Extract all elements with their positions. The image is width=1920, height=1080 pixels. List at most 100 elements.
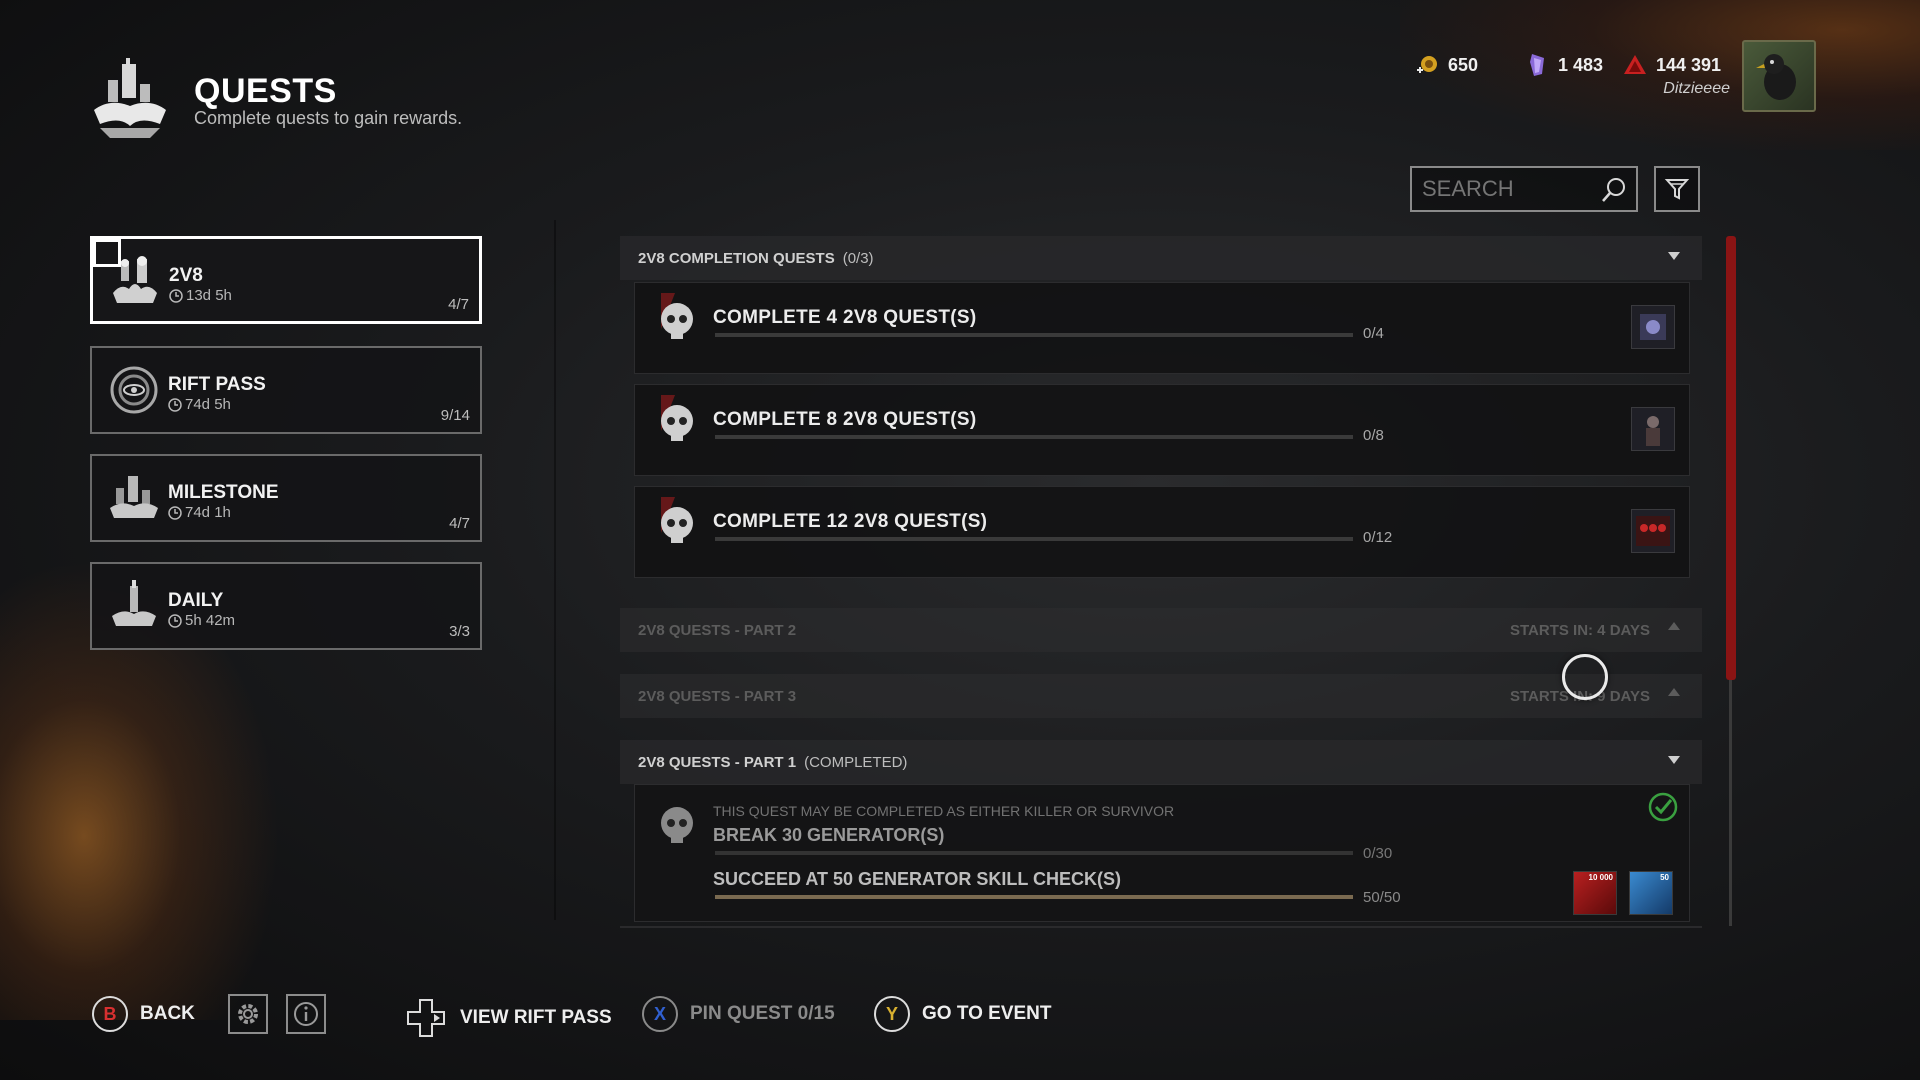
bloodpoints-icon: [1624, 55, 1646, 74]
daily-icon: [112, 580, 156, 626]
chevron-up-icon: [1668, 688, 1680, 696]
quest-progress-count: 50/50: [1363, 889, 1401, 906]
reward-item[interactable]: [1631, 305, 1675, 349]
panel-divider: [554, 220, 556, 920]
search-input[interactable]: [1422, 176, 1592, 202]
shard-icon: [1417, 56, 1437, 73]
chevron-down-icon: [1668, 252, 1680, 260]
auric-cell-icon: [1530, 54, 1544, 76]
b-button-icon: B: [92, 996, 128, 1032]
skull-icon: [661, 497, 693, 543]
category-timer: 74d 5h: [168, 396, 231, 413]
go-to-event-button[interactable]: Y GO TO EVENT: [874, 996, 1052, 1032]
bloodpoints-counter: 144 391: [1622, 52, 1721, 78]
category-2v8[interactable]: 2V8 13d 5h 4/7: [90, 236, 482, 324]
iridescent-shards-counter: 650: [1414, 52, 1478, 78]
info-icon: [294, 1002, 318, 1026]
category-progress: 9/14: [440, 407, 470, 424]
section-start-time: STARTS IN: 4 DAYS: [1509, 621, 1650, 639]
pin-quest-label: PIN QUEST 0/15: [690, 1003, 835, 1024]
auric-cells-counter: 1 483: [1524, 52, 1603, 78]
rift-fragment-reward[interactable]: 50: [1629, 871, 1673, 915]
shards-value: 650: [1448, 54, 1479, 75]
category-name: RIFT PASS: [168, 374, 266, 395]
section-part-1[interactable]: 2V8 QUESTS - PART 1 (COMPLETED): [620, 740, 1702, 784]
category-time-left: 74d 1h: [185, 504, 231, 521]
quest-progress-bar: [715, 333, 1353, 337]
filter-icon: [1664, 179, 1690, 200]
category-name: DAILY: [168, 590, 224, 611]
outfit-reward-icon: [1646, 416, 1660, 446]
view-rift-pass-label: VIEW RIFT PASS: [460, 1007, 612, 1028]
section-part-2[interactable]: 2V8 QUESTS - PART 2 STARTS IN: 4 DAYS: [620, 608, 1702, 652]
category-timer: 13d 5h: [169, 287, 232, 304]
quest-progress-count: 0/30: [1363, 845, 1393, 862]
page-subtitle: Complete quests to gain rewards.: [194, 108, 463, 128]
charm-reward-icon: [1640, 314, 1666, 340]
section-completion-quests[interactable]: 2V8 COMPLETION QUESTS (0/3): [620, 236, 1702, 280]
section-count: (0/3): [842, 249, 874, 267]
quest-task-title: SUCCEED AT 50 GENERATOR SKILL CHECK(S): [713, 869, 1122, 889]
category-name: 2V8: [169, 265, 203, 286]
category-milestone[interactable]: MILESTONE 74d 1h 4/7: [90, 454, 482, 542]
quest-task-title: BREAK 30 GENERATOR(S): [713, 825, 945, 845]
quest-progress-bar: [715, 435, 1353, 439]
category-rift-pass[interactable]: RIFT PASS 74d 5h 9/14: [90, 346, 482, 434]
category-progress: 3/3: [449, 623, 470, 640]
category-timer: 74d 1h: [168, 504, 231, 521]
quest-title: COMPLETE 8 2V8 QUEST(S): [713, 409, 977, 430]
skull-icon: [661, 293, 693, 339]
reward-item[interactable]: [1631, 407, 1675, 451]
section-part-3[interactable]: 2V8 QUESTS - PART 3 STARTS IN: 9 DAYS: [620, 674, 1702, 718]
category-progress: 4/7: [448, 296, 469, 313]
quest-row[interactable]: COMPLETE 12 2V8 QUEST(S) 0/12: [634, 486, 1690, 578]
filter-button[interactable]: [1654, 166, 1700, 212]
clock-icon: [168, 397, 182, 412]
quest-note: THIS QUEST MAY BE COMPLETED AS EITHER KI…: [713, 803, 1175, 819]
section-title: 2V8 QUESTS - PART 1: [638, 753, 797, 771]
info-button[interactable]: [286, 994, 326, 1034]
y-button-icon: Y: [874, 996, 910, 1032]
clock-icon: [169, 288, 183, 303]
crow-icon: [1756, 54, 1796, 100]
completed-quest-row[interactable]: THIS QUEST MAY BE COMPLETED AS EITHER KI…: [634, 784, 1690, 922]
quest-progress-count: 0/8: [1363, 427, 1384, 444]
quest-row[interactable]: COMPLETE 4 2V8 QUEST(S) 0/4: [634, 282, 1690, 374]
quest-progress-count: 0/12: [1363, 529, 1393, 546]
pin-quest-button[interactable]: X PIN QUEST 0/15: [642, 996, 835, 1032]
settings-button[interactable]: [228, 994, 268, 1034]
dpad-icon: [407, 999, 445, 1037]
gear-icon: [238, 1004, 258, 1024]
quest-progress-bar: [715, 895, 1353, 899]
reward-item[interactable]: [1631, 509, 1675, 553]
category-daily[interactable]: DAILY 5h 42m 3/3: [90, 562, 482, 650]
category-time-left: 5h 42m: [185, 612, 236, 629]
view-rift-pass-button[interactable]: VIEW RIFT PASS: [404, 996, 612, 1040]
player-name: Ditzieeee: [1663, 80, 1730, 97]
x-button-icon: X: [642, 996, 678, 1032]
category-time-left: 74d 5h: [185, 396, 231, 413]
section-status: (COMPLETED): [804, 753, 908, 771]
category-progress: 4/7: [449, 515, 470, 532]
go-to-event-label: GO TO EVENT: [922, 1003, 1052, 1024]
milestone-icon: [110, 476, 158, 518]
bloodpoints-reward[interactable]: 10 000: [1573, 871, 1617, 915]
quest-row[interactable]: COMPLETE 8 2V8 QUEST(S) 0/8: [634, 384, 1690, 476]
category-time-left: 13d 5h: [186, 287, 232, 304]
scrollbar-thumb[interactable]: [1726, 236, 1736, 680]
player-avatar[interactable]: [1742, 40, 1816, 112]
category-name: MILESTONE: [168, 482, 279, 503]
skull-icon: [661, 807, 693, 843]
quest-title: COMPLETE 4 2V8 QUEST(S): [713, 307, 977, 328]
chevron-up-icon: [1668, 622, 1680, 630]
skull-icon: [661, 395, 693, 441]
search-icon[interactable]: [1600, 176, 1628, 204]
section-title: 2V8 COMPLETION QUESTS: [638, 249, 835, 267]
banner-reward-icon: [1636, 516, 1670, 546]
rift-icon: [110, 366, 158, 414]
quest-progress-bar: [715, 537, 1353, 541]
2v8-icon: [113, 256, 157, 303]
search-field[interactable]: [1410, 166, 1638, 212]
back-button[interactable]: B BACK: [92, 996, 195, 1032]
page-title: QUESTS: [194, 72, 337, 110]
